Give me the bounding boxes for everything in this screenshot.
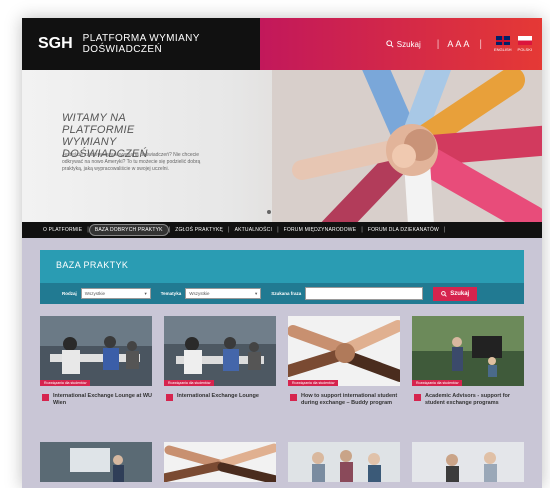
- page: SGH PLATFORMA WYMIANY DOŚWIADCZEŃ Szukaj…: [22, 18, 542, 488]
- practice-card[interactable]: Rozwiązania dla studentów International …: [164, 316, 276, 401]
- nav-baza-dobrych-praktyk[interactable]: BAZA DOBRYCH PRAKTYK: [88, 224, 169, 236]
- card-title-text: Academic Advisors - support for student …: [425, 393, 511, 406]
- search-link-label: Szukaj: [396, 39, 421, 49]
- filter-label-type: Rodzaj: [62, 291, 77, 296]
- card-title[interactable]: How to support international student dur…: [288, 393, 400, 407]
- linked-hands-photo: [164, 442, 276, 482]
- classroom-photo: [40, 316, 152, 386]
- filter-bar: Rodzaj Wszystkie ▾ Tematyka Wszystkie ▾ …: [40, 283, 524, 304]
- card-image: [164, 442, 276, 482]
- linked-hands-photo: [288, 316, 400, 386]
- nav-zglos-praktyke[interactable]: ZGŁOŚ PRAKTYKĘ: [170, 225, 228, 235]
- database-panel: BAZA PRAKTYK Rodzaj Wszystkie ▾ Tematyka…: [40, 250, 524, 304]
- divider: |: [436, 38, 440, 50]
- hero-text: Jesteście zainteresowani wymianą doświad…: [62, 152, 201, 172]
- slider-dot[interactable]: [267, 210, 271, 214]
- practice-database: BAZA PRAKTYK Rodzaj Wszystkie ▾ Tematyka…: [22, 238, 542, 488]
- hero-banner: WITAMY NA PLATFORMIE WYMIANY DOŚWIADCZEŃ…: [22, 70, 542, 222]
- language-english[interactable]: ENGLISH: [494, 36, 512, 52]
- card-image: [288, 442, 400, 482]
- font-size-toggle[interactable]: AAA: [447, 39, 471, 49]
- outdoor-lecture-photo: [412, 316, 524, 386]
- divider: |: [479, 38, 482, 50]
- bullet-marker: [42, 394, 49, 401]
- card-title-text: International Exchange Lounge: [177, 393, 259, 399]
- phrase-search-input[interactable]: [305, 287, 424, 300]
- students-photo: [288, 442, 400, 482]
- section-title: BAZA PRAKTYK: [56, 260, 129, 270]
- search-button-label: Szukaj: [450, 290, 470, 297]
- practice-card[interactable]: Rozwiązania dla studentów How to support…: [288, 316, 400, 407]
- category-badge: Rozwiązania dla studentów: [412, 380, 463, 386]
- header: SGH PLATFORMA WYMIANY DOŚWIADCZEŃ Szukaj…: [22, 18, 542, 70]
- poland-flag-icon: [517, 36, 532, 45]
- nav-forum-dla-dziekanatow[interactable]: FORUM DLA DZIEKANATÓW: [363, 225, 444, 235]
- header-tools: Szukaj | AAA | ENGLISH POLSKI: [260, 18, 542, 70]
- header-brand: SGH PLATFORMA WYMIANY DOŚWIADCZEŃ: [22, 18, 260, 70]
- filter-label-phrase: Szukana fraza: [271, 291, 302, 296]
- card-image: Rozwiązania dla studentów: [164, 316, 276, 386]
- bullet-marker: [290, 394, 297, 401]
- card-image: Rozwiązania dla studentów: [40, 316, 152, 386]
- bullet-marker: [414, 394, 421, 401]
- category-badge: Rozwiązania dla studentów: [288, 380, 339, 386]
- language-label: POLSKI: [517, 47, 532, 52]
- sgh-logo[interactable]: SGH: [38, 35, 73, 53]
- chevron-down-icon: ▾: [254, 290, 258, 296]
- students-photo: [412, 442, 524, 482]
- card-image: Rozwiązania dla studentów: [288, 316, 400, 386]
- type-select-value: Wszystkie: [84, 291, 106, 296]
- main-nav: O PLATFORMIE | BAZA DOBRYCH PRAKTYK | ZG…: [22, 222, 542, 238]
- nav-o-platformie[interactable]: O PLATFORMIE: [38, 225, 87, 235]
- category-badge: Rozwiązania dla studentów: [164, 380, 215, 386]
- category-badge: Rozwiązania dla studentów: [40, 380, 91, 386]
- language-polish[interactable]: POLSKI: [518, 36, 532, 52]
- card-title[interactable]: International Exchange Lounge at WU Wien: [40, 393, 152, 407]
- practice-card[interactable]: [40, 442, 152, 482]
- card-image: [412, 442, 524, 482]
- platform-name[interactable]: PLATFORMA WYMIANY DOŚWIADCZEŃ: [83, 33, 213, 55]
- hands-together-image: [272, 70, 542, 222]
- search-icon: [386, 40, 394, 48]
- filter-label-topic: Tematyka: [160, 291, 182, 296]
- nav-divider: |: [443, 227, 446, 233]
- practice-card[interactable]: Rozwiązania dla studentów Academic Advis…: [412, 316, 524, 407]
- practice-card[interactable]: [412, 442, 524, 482]
- language-label: ENGLISH: [493, 47, 512, 52]
- card-image: Rozwiązania dla studentów: [412, 316, 524, 386]
- nav-forum-miedzynarodowe[interactable]: FORUM MIĘDZYNARODOWE: [279, 225, 362, 235]
- nav-aktualnosci[interactable]: AKTUALNOŚCI: [230, 225, 278, 235]
- search-link[interactable]: Szukaj: [386, 40, 421, 49]
- card-title[interactable]: International Exchange Lounge: [164, 393, 276, 401]
- classroom-photo: [164, 316, 276, 386]
- practice-card[interactable]: Rozwiązania dla studentów International …: [40, 316, 152, 407]
- card-title-text: International Exchange Lounge at WU Wien: [53, 393, 153, 406]
- practice-card[interactable]: [164, 442, 276, 482]
- card-image: [40, 442, 152, 482]
- type-select[interactable]: Wszystkie ▾: [80, 288, 151, 299]
- topic-select-value: Wszystkie: [189, 291, 210, 296]
- practice-card[interactable]: [288, 442, 400, 482]
- search-icon: [441, 290, 447, 297]
- chevron-down-icon: ▾: [144, 290, 147, 296]
- bullet-marker: [166, 394, 173, 401]
- card-title[interactable]: Academic Advisors - support for student …: [412, 393, 524, 407]
- card-title-text: How to support international student dur…: [301, 393, 398, 406]
- topic-select[interactable]: Wszystkie ▾: [185, 288, 262, 299]
- uk-flag-icon: [495, 36, 510, 45]
- language-switcher: ENGLISH POLSKI: [494, 36, 532, 52]
- search-button[interactable]: Szukaj: [433, 286, 478, 301]
- presentation-photo: [40, 442, 152, 482]
